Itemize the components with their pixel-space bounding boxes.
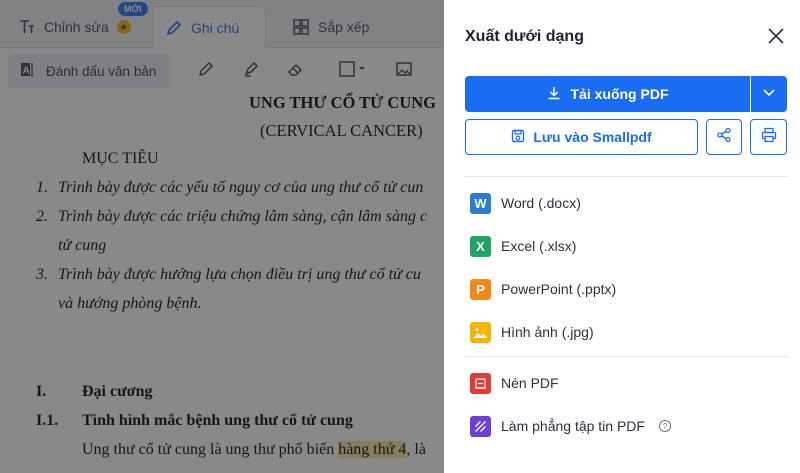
objective-2: Trình bày được các triệu chứng lâm sàng,… <box>58 208 428 225</box>
objective-3-number: 3. <box>36 266 48 283</box>
image-insert-icon <box>395 60 413 83</box>
annotation-toolbar: A Đánh dấu văn bản <box>0 49 444 93</box>
objective-3: Trình bày được hướng lựa chọn điều trị u… <box>58 266 421 283</box>
tab-arrange-label: Sắp xếp <box>318 19 370 35</box>
share-button[interactable] <box>706 119 742 155</box>
print-button[interactable] <box>750 119 787 155</box>
download-pdf-label: Tải xuống PDF <box>570 86 669 102</box>
highlighted-text: hàng thứ 4 <box>338 441 407 458</box>
svg-text:A: A <box>23 65 30 76</box>
highlight-text-icon: A <box>20 61 38 82</box>
premium-star-icon: ★ <box>116 20 131 34</box>
flatten-pdf-icon <box>470 415 491 437</box>
paragraph-text: Ung thư cổ tử cung là ung thư phổ biến <box>82 441 339 458</box>
objective-3-continued: và hướng phòng bệnh. <box>58 295 202 312</box>
tab-note-label: Ghi chú <box>191 19 240 36</box>
section-1-1-heading: Tình hình mắc bệnh ung thư cổ tử cung <box>82 412 353 429</box>
powerpoint-icon: P <box>470 278 491 300</box>
close-icon <box>768 27 784 49</box>
section-1-heading: Đại cương <box>82 383 153 400</box>
objective-1-number: 1. <box>36 179 48 196</box>
grid-icon <box>292 18 310 36</box>
objective-1: Trình bày được các yếu tố nguy cơ của un… <box>58 179 424 196</box>
eraser-tool[interactable] <box>282 58 308 84</box>
export-panel: Xuất dưới dạng Tải xuống PDF Lưu vào Sma… <box>444 0 800 473</box>
save-to-smallpdf-button[interactable]: Lưu vào Smallpdf <box>465 119 698 155</box>
download-icon <box>547 86 561 103</box>
flatten-pdf-label: Làm phẳng tập tin PDF <box>501 418 645 434</box>
divider <box>465 356 788 357</box>
compress-pdf-icon <box>470 372 491 394</box>
share-icon <box>716 127 732 148</box>
objectives-heading: MỤC TIÊU <box>82 150 159 167</box>
flatten-pdf-option[interactable]: Làm phẳng tập tin PDF ? <box>470 413 671 439</box>
download-pdf-button[interactable]: Tải xuống PDF <box>465 76 750 112</box>
doc-title: UNG THƯ CỔ TỬ CUNG <box>249 93 437 112</box>
highlighter-tool[interactable] <box>238 58 264 84</box>
compress-pdf-option[interactable]: Nén PDF <box>470 370 559 396</box>
square-icon <box>338 60 368 83</box>
pdf-editor: Chỉnh sửa ★ MỚI Ghi chú Sắp xếp A Đánh d… <box>0 0 444 473</box>
export-powerpoint-option[interactable]: P PowerPoint (.pptx) <box>470 276 616 302</box>
new-badge: MỚI <box>118 2 148 16</box>
tab-edit-label: Chỉnh sửa <box>44 19 109 35</box>
objective-2-number: 2. <box>36 208 48 225</box>
export-excel-option[interactable]: X Excel (.xlsx) <box>470 233 576 259</box>
paragraph-text-end: , là <box>406 441 426 458</box>
image-tool[interactable] <box>391 58 417 84</box>
text-edit-icon <box>18 18 36 36</box>
print-icon <box>761 127 777 148</box>
close-button[interactable] <box>766 27 786 49</box>
tab-arrange[interactable]: Sắp xếp <box>280 6 400 48</box>
eraser-icon <box>286 60 304 83</box>
body-paragraph: Ung thư cổ tử cung là ung thư phổ biến h… <box>82 441 426 459</box>
export-word-label: Word (.docx) <box>501 195 581 211</box>
pencil-tool[interactable] <box>193 58 219 84</box>
save-to-smallpdf-label: Lưu vào Smallpdf <box>533 129 652 145</box>
export-powerpoint-label: PowerPoint (.pptx) <box>501 281 617 297</box>
editor-tab-bar: Chỉnh sửa ★ MỚI Ghi chú Sắp xếp <box>0 0 444 48</box>
section-1-1-number: I.1. <box>36 412 59 429</box>
download-options-button[interactable] <box>751 76 787 112</box>
word-icon: W <box>470 192 491 214</box>
shape-tool[interactable] <box>336 58 370 84</box>
divider <box>465 176 788 177</box>
mark-text-label: Đánh dấu văn bản <box>46 63 157 79</box>
export-image-label: Hình ảnh (.jpg) <box>501 324 594 340</box>
export-excel-label: Excel (.xlsx) <box>501 238 577 254</box>
pencil-icon <box>197 60 215 83</box>
excel-icon: X <box>470 235 491 257</box>
section-1-number: I. <box>36 383 47 400</box>
document-page: UNG THƯ CỔ TỬ CUNG (CERVICAL CANCER) MỤC… <box>0 93 444 473</box>
doc-subtitle: (CERVICAL CANCER) <box>260 121 423 140</box>
mark-text-button[interactable]: A Đánh dấu văn bản <box>8 54 170 88</box>
help-icon[interactable]: ? <box>658 420 671 432</box>
panel-title: Xuất dưới dạng <box>465 28 584 45</box>
export-word-option[interactable]: W Word (.docx) <box>470 190 581 216</box>
export-image-option[interactable]: Hình ảnh (.jpg) <box>470 319 594 345</box>
pen-icon <box>165 19 183 37</box>
tab-note[interactable]: Ghi chú <box>152 6 266 48</box>
highlighter-icon <box>242 60 260 83</box>
chevron-down-icon <box>762 85 776 104</box>
save-icon <box>511 129 525 146</box>
objective-2-continued: tử cung <box>58 237 107 254</box>
image-icon <box>470 321 491 343</box>
compress-pdf-label: Nén PDF <box>501 375 559 391</box>
